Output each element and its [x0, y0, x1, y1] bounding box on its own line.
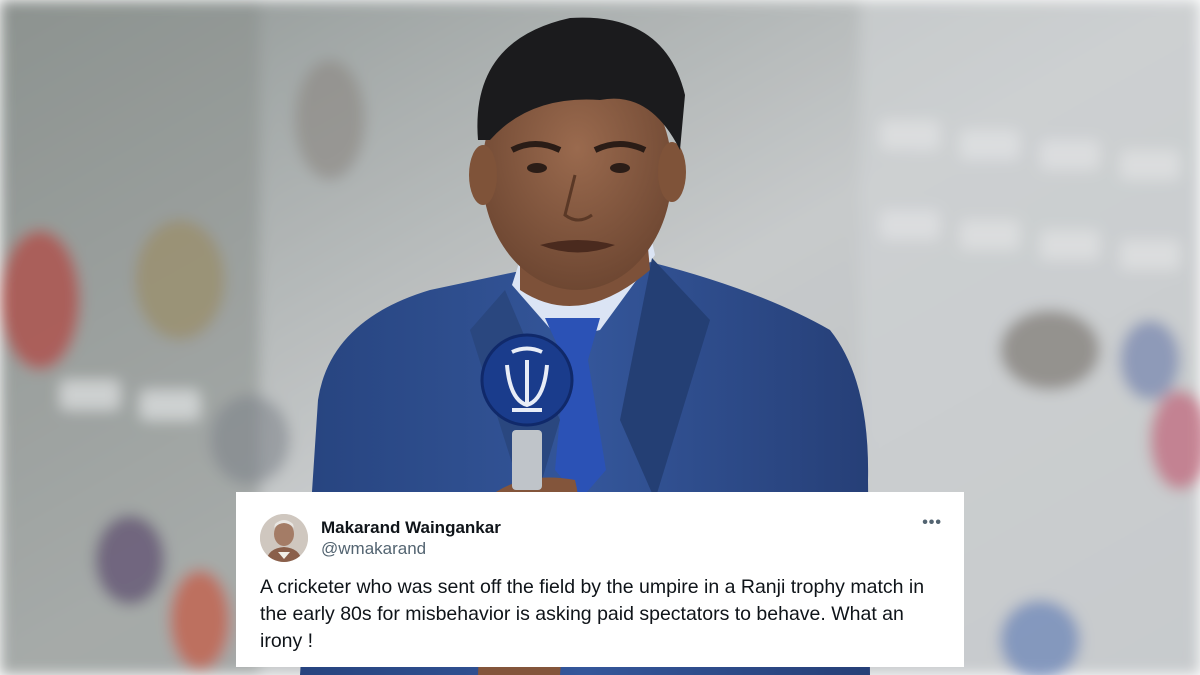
author-name[interactable]: Makarand Waingankar	[321, 518, 501, 538]
tweet-text: A cricketer who was sent off the field b…	[260, 576, 925, 652]
tweet-author: Makarand Waingankar @wmakarand	[321, 518, 501, 560]
author-handle[interactable]: @wmakarand	[321, 538, 501, 560]
avatar-photo-icon	[260, 514, 308, 562]
tweet-header: Makarand Waingankar @wmakarand •••	[260, 504, 942, 562]
avatar[interactable]	[260, 514, 308, 562]
tweet-card[interactable]: Makarand Waingankar @wmakarand ••• A cri…	[236, 492, 964, 667]
more-options-icon[interactable]: •••	[922, 514, 942, 532]
